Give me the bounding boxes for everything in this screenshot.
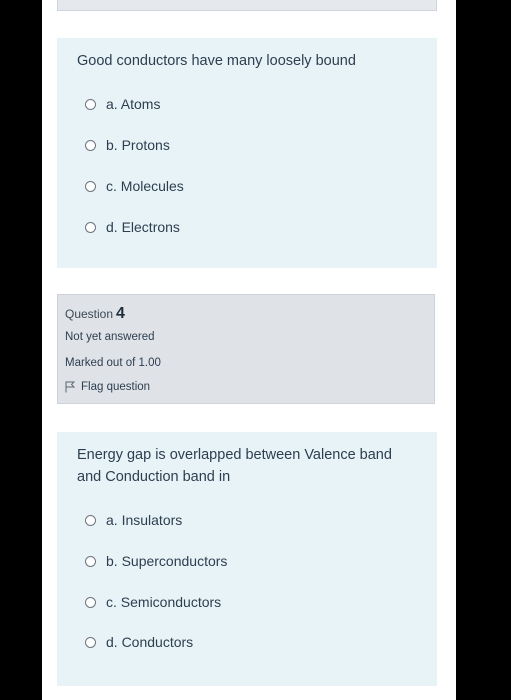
option-protons[interactable]: b. Protons	[85, 135, 170, 155]
answer-status: Not yet answered	[65, 331, 155, 343]
option-label: c. Molecules	[106, 178, 184, 194]
option-label: d. Electrons	[106, 219, 180, 235]
question-4-text: Energy gap is overlapped between Valence…	[77, 444, 392, 488]
question-number: 4	[116, 305, 125, 322]
radio-button[interactable]	[85, 139, 96, 151]
option-label: a. Insulators	[106, 512, 183, 528]
radio-button[interactable]	[85, 98, 96, 110]
radio-button[interactable]	[85, 180, 96, 192]
option-label: c. Semiconductors	[106, 594, 222, 610]
radio-button[interactable]	[85, 514, 96, 526]
previous-question-info-box	[57, 0, 437, 11]
option-semiconductors[interactable]: c. Semiconductors	[85, 592, 221, 612]
radio-button[interactable]	[85, 596, 96, 608]
option-label: b. Protons	[106, 137, 170, 153]
option-conductors[interactable]: d. Conductors	[85, 632, 193, 652]
question-marks: Marked out of 1.00	[65, 357, 161, 369]
question-3-text: Good conductors have many loosely bound	[77, 53, 356, 69]
question-4-text-line-2: and Conduction band in	[77, 469, 231, 485]
option-atoms[interactable]: a. Atoms	[85, 94, 160, 114]
flag-question-label: Flag question	[81, 381, 151, 393]
question-4-info-box: Question 4 Not yet answered Marked out of…	[57, 294, 435, 404]
radio-button[interactable]	[85, 636, 96, 648]
question-3-content: Good conductors have many loosely bound …	[57, 38, 437, 268]
option-insulators[interactable]: a. Insulators	[85, 510, 182, 530]
question-4-content: Energy gap is overlapped between Valence…	[57, 432, 437, 686]
option-label: b. Superconductors	[106, 553, 228, 569]
question-label-text: Question	[65, 307, 114, 321]
option-molecules[interactable]: c. Molecules	[85, 176, 184, 196]
option-label: a. Atoms	[106, 96, 161, 112]
radio-button[interactable]	[85, 555, 96, 567]
quiz-page: Good conductors have many loosely bound …	[42, 0, 456, 700]
option-label: d. Conductors	[106, 634, 194, 650]
question-4-text-line-1: Energy gap is overlapped between Valence…	[77, 447, 392, 463]
option-electrons[interactable]: d. Electrons	[85, 217, 180, 237]
question-label: Question 4	[65, 305, 125, 323]
option-superconductors[interactable]: b. Superconductors	[85, 551, 227, 571]
radio-button[interactable]	[85, 221, 96, 233]
flag-icon	[65, 381, 75, 393]
flag-question-link[interactable]: Flag question	[65, 381, 150, 393]
